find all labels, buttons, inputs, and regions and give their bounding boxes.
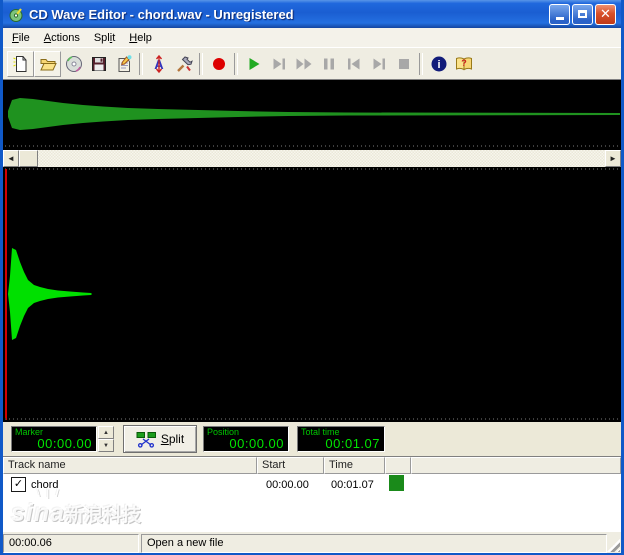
track-list-body: ✓ chord 00:00.00 00:01.07 <box>3 474 621 531</box>
toolbar-tools-button[interactable] <box>171 52 196 76</box>
track-checkbox[interactable]: ✓ <box>11 477 26 492</box>
cd-icon <box>64 54 84 74</box>
horizontal-scrollbar[interactable]: ◄ ► <box>3 150 621 167</box>
next-marker-icon <box>269 54 289 74</box>
minimize-button[interactable] <box>549 3 570 25</box>
track-color-chip <box>389 475 404 491</box>
total-time-display: Total time 00:01.07 <box>297 426 385 452</box>
toolbar-marker-a-button[interactable]: A <box>146 52 171 76</box>
maximize-icon <box>578 10 587 18</box>
track-row[interactable]: ✓ chord 00:00.00 00:01.07 <box>3 474 621 495</box>
toolbar-record-button[interactable] <box>206 52 231 76</box>
total-time-value: 00:01.07 <box>325 436 380 451</box>
resize-grip[interactable] <box>607 539 620 552</box>
toolbar-info-button[interactable]: i <box>426 52 451 76</box>
window-title: CD Wave Editor - chord.wav - Unregistere… <box>29 6 294 22</box>
toolbar-open-folder-button[interactable] <box>34 50 61 77</box>
overview-waveform-panel[interactable] <box>3 79 621 150</box>
position-cursor <box>5 169 7 420</box>
menu-split[interactable]: Split <box>87 30 122 46</box>
toolbar-save-button[interactable] <box>86 52 111 76</box>
toolbar-separator <box>419 52 423 75</box>
info-icon: i <box>429 54 449 74</box>
toolbar-stop-button <box>391 52 416 76</box>
svg-text:i: i <box>437 59 440 71</box>
main-waveform <box>8 248 92 340</box>
new-file-icon <box>11 54 31 74</box>
stop-icon <box>394 54 414 74</box>
toolbar-help-button[interactable]: ? <box>451 52 476 76</box>
column-header-time[interactable]: Time <box>324 457 385 474</box>
tools-icon <box>174 54 194 74</box>
column-header-blank-3[interactable] <box>385 457 411 474</box>
save-icon <box>89 54 109 74</box>
marker-value: 00:00.00 <box>37 436 92 451</box>
column-header-blank-4[interactable] <box>411 457 621 474</box>
marker-display: Marker 00:00.00 <box>11 426 97 452</box>
minimize-icon <box>555 17 564 20</box>
app-icon <box>9 7 23 22</box>
position-display: Position 00:00.00 <box>203 426 289 452</box>
fast-forward-icon <box>294 54 314 74</box>
column-header-start[interactable]: Start <box>257 457 324 474</box>
title-bar[interactable]: CD Wave Editor - chord.wav - Unregistere… <box>3 0 621 28</box>
track-list: Track name Start Time ✓ chord 00:00.00 00:01.… <box>3 456 621 531</box>
app-window: CD Wave Editor - chord.wav - Unregistere… <box>0 0 624 555</box>
toolbar-play-button[interactable] <box>241 52 266 76</box>
control-panel: Marker 00:00.00 ▲ ▼ Split Position 00:00… <box>3 422 621 456</box>
toolbar-cd-button[interactable] <box>61 52 86 76</box>
play-icon <box>244 54 264 74</box>
toolbar-separator <box>139 52 143 75</box>
split-scissors-icon <box>136 432 156 448</box>
toolbar-new-file-button[interactable] <box>7 50 34 77</box>
toolbar-pause-button <box>316 52 341 76</box>
column-header-track-name[interactable]: Track name <box>3 457 257 474</box>
track-time: 00:01.07 <box>331 478 374 491</box>
open-folder-icon <box>38 54 58 74</box>
status-time: 00:00.06 <box>3 534 139 553</box>
toolbar-separator <box>234 52 238 75</box>
svg-text:?: ? <box>461 58 467 68</box>
marker-a-icon: A <box>149 54 169 74</box>
marker-spin-down-button[interactable]: ▼ <box>98 439 114 452</box>
menu-actions[interactable]: Actions <box>37 30 87 46</box>
main-waveform-panel[interactable] <box>3 167 621 422</box>
main-bottom-tick-marks <box>5 418 619 420</box>
split-button-label: Split <box>160 432 185 446</box>
toolbar-separator <box>199 52 203 75</box>
overview-tick-marks <box>5 145 619 147</box>
overview-waveform <box>8 98 620 130</box>
toolbar-prev-track-button <box>341 52 366 76</box>
menu-bar: File Actions Split Help <box>3 28 621 47</box>
track-name: chord <box>31 478 59 491</box>
toolbar-next-track-button <box>366 52 391 76</box>
window-controls: ✕ <box>549 3 616 25</box>
marker-spin-up-button[interactable]: ▲ <box>98 426 114 439</box>
position-value: 00:00.00 <box>229 436 284 451</box>
help-icon: ? <box>454 54 474 74</box>
toolbar-export-button[interactable] <box>111 52 136 76</box>
toolbar-next-marker-button <box>266 52 291 76</box>
pause-icon <box>319 54 339 74</box>
track-list-header: Track name Start Time <box>3 457 621 474</box>
marker-spinner: ▲ ▼ <box>98 426 114 452</box>
status-message: Open a new file <box>141 534 607 553</box>
scrollbar-thumb[interactable] <box>19 150 38 167</box>
scroll-left-button[interactable]: ◄ <box>3 150 19 167</box>
split-button[interactable]: Split <box>123 425 197 453</box>
toolbar: Ai? <box>3 47 621 79</box>
close-button[interactable]: ✕ <box>595 3 616 25</box>
track-start: 00:00.00 <box>266 478 309 491</box>
next-track-icon <box>369 54 389 74</box>
record-icon <box>209 54 229 74</box>
scroll-right-button[interactable]: ► <box>605 150 621 167</box>
menu-file[interactable]: File <box>5 30 37 46</box>
export-icon <box>114 54 134 74</box>
maximize-button[interactable] <box>572 3 593 25</box>
prev-track-icon <box>344 54 364 74</box>
toolbar-fast-forward-button <box>291 52 316 76</box>
close-icon: ✕ <box>600 6 611 21</box>
menu-help[interactable]: Help <box>122 30 159 46</box>
status-bar: 00:00.06 Open a new file <box>3 531 621 553</box>
